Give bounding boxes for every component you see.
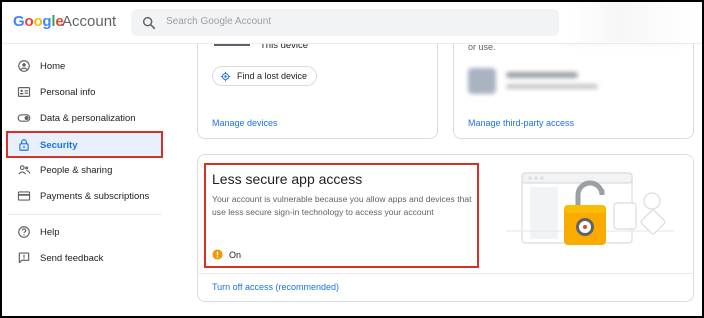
blurred-app-detail — [506, 84, 598, 89]
sidebar-divider — [8, 214, 162, 215]
app-logo — [468, 68, 496, 94]
manage-devices-link[interactable]: Manage devices — [212, 118, 278, 128]
sidebar-item-home[interactable]: Home — [8, 53, 162, 79]
sidebar-item-label: Help — [40, 226, 60, 238]
sidebar-item-payments[interactable]: Payments & subscriptions — [8, 183, 162, 209]
sidebar-item-label: Data & personalization — [40, 112, 136, 124]
credit-card-icon — [17, 191, 31, 201]
help-icon — [18, 226, 30, 238]
turn-off-access-link[interactable]: Turn off access (recommended) — [212, 282, 339, 292]
sidebar-item-label: Payments & subscriptions — [40, 190, 150, 202]
locate-icon — [220, 71, 231, 81]
sidebar-item-help[interactable]: Help — [8, 219, 162, 245]
search-placeholder: Search Google Account — [166, 16, 272, 27]
find-device-label: Find a lost device — [237, 71, 308, 81]
top-header: Google Account Search Google Account — [0, 0, 704, 44]
google-logo[interactable]: Google — [13, 13, 64, 30]
blurred-app-name — [506, 72, 578, 78]
sidebar-item-label: Send feedback — [40, 252, 104, 264]
lsa-divider — [198, 273, 693, 274]
sidebar-item-data-personalization[interactable]: Data & personalization — [8, 105, 162, 131]
sidebar-item-label: Home — [40, 60, 66, 72]
home-icon — [18, 60, 30, 72]
feedback-icon — [18, 252, 30, 264]
sidebar-item-people-sharing[interactable]: People & sharing — [8, 157, 162, 183]
open-padlock-illustration — [506, 172, 674, 245]
toggle-icon — [17, 114, 31, 122]
manage-third-party-link[interactable]: Manage third-party access — [468, 118, 574, 128]
header-account-area — [567, 2, 697, 42]
people-icon — [18, 165, 31, 175]
search-input[interactable]: Search Google Account — [131, 9, 559, 36]
sidebar: Home Personal info Data & personalizatio… — [0, 44, 168, 318]
sidebar-item-label: Personal info — [40, 86, 96, 98]
search-icon — [142, 16, 156, 30]
sidebar-item-personal-info[interactable]: Personal info — [8, 79, 162, 105]
security-highlight-box — [6, 131, 163, 158]
find-lost-device-button[interactable]: Find a lost device — [212, 66, 318, 86]
sidebar-item-send-feedback[interactable]: Send feedback — [8, 245, 162, 271]
lsa-highlight-box — [204, 163, 479, 268]
sidebar-item-label: People & sharing — [40, 164, 113, 176]
id-card-icon — [17, 87, 31, 97]
app-name: Account — [62, 13, 117, 30]
